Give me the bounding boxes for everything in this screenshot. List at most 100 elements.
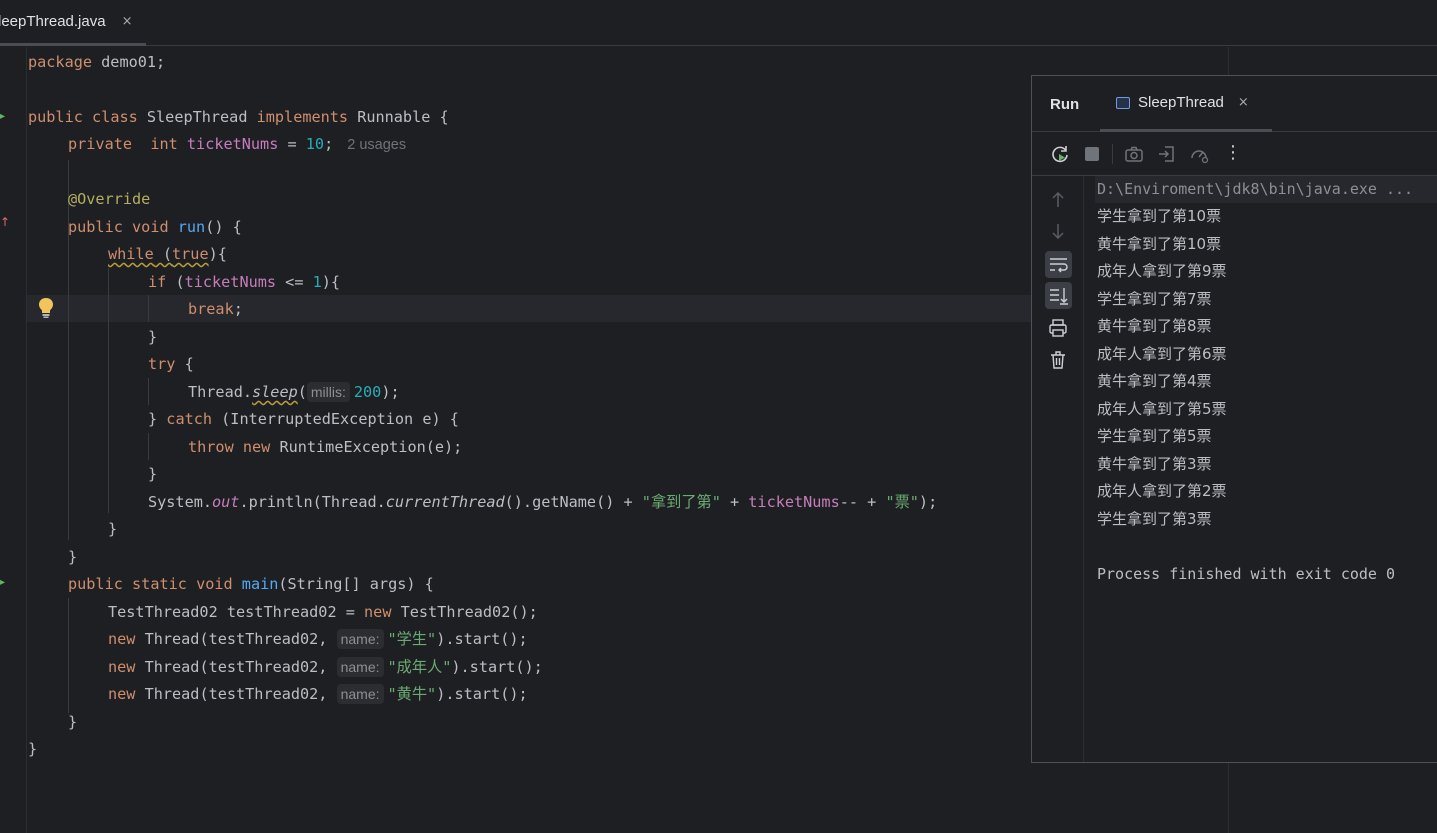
- attach-icon[interactable]: [1157, 144, 1177, 164]
- run-title: Run: [1050, 96, 1080, 113]
- code-token: static: [132, 575, 187, 593]
- code-line-4: private int ticketNums = 10; 2 usages: [68, 131, 406, 158]
- code-token: public: [28, 108, 83, 126]
- console-line: 黄牛拿到了第3票: [1097, 455, 1212, 473]
- code-line-1: package demo01;: [28, 49, 165, 76]
- rerun-icon[interactable]: [1050, 144, 1070, 164]
- arrow-up-icon[interactable]: [1046, 188, 1070, 212]
- code-token: ;: [324, 135, 334, 153]
- code-token: new: [108, 658, 136, 676]
- indent-guide: [148, 295, 149, 322]
- console-output[interactable]: D:\Enviroment\jdk8\bin\java.exe ... 学生拿到…: [1084, 176, 1437, 762]
- code-token: ticketNums: [748, 493, 840, 511]
- arrow-down-icon[interactable]: [1046, 219, 1070, 243]
- code-line-3: public class SleepThread implements Runn…: [28, 104, 449, 131]
- code-token: package: [28, 53, 93, 71]
- profiler-icon[interactable]: [1189, 144, 1209, 164]
- console-line: 学生拿到了第10票: [1097, 207, 1222, 225]
- code-line-16: }: [148, 465, 158, 483]
- soft-wrap-icon[interactable]: [1045, 251, 1072, 278]
- code-token: ){: [321, 273, 341, 291]
- console-exit-line: Process finished with exit code 0: [1097, 565, 1396, 583]
- editor-gutter: ▸ ↑ ▸: [0, 47, 27, 833]
- console-line: 学生拿到了第7票: [1097, 290, 1212, 308]
- code-token: +: [720, 493, 749, 511]
- code-token: Thread(testThread02,: [135, 658, 337, 676]
- run-tab-sleepthread[interactable]: SleepThread ×: [1100, 76, 1272, 132]
- toolbar-separator: [1112, 144, 1113, 164]
- code-token: ticketNums: [184, 273, 277, 291]
- code-token: ;: [233, 300, 243, 318]
- code-token: out: [212, 493, 240, 511]
- run-tool-window: Run SleepThread × ⋮ D:\Enviroment\jdk8\b…: [1031, 75, 1437, 763]
- ide-window: SleepThread.java × ▸ ↑ ▸ package demo01;…: [0, 0, 1437, 833]
- code-token: currentThread: [385, 493, 505, 511]
- code-token: "票": [885, 493, 919, 511]
- code-token: "学生": [387, 630, 437, 648]
- indent-guide: [148, 433, 149, 460]
- lightbulb-icon[interactable]: [38, 297, 54, 319]
- indent-guide: [148, 378, 149, 405]
- close-icon[interactable]: ×: [1238, 95, 1249, 110]
- code-line-20: public static void main(String[] args) {: [68, 571, 434, 598]
- camera-icon[interactable]: [1124, 144, 1144, 164]
- code-token: new: [242, 438, 271, 456]
- console-line: 黄牛拿到了第8票: [1097, 317, 1212, 335]
- trash-icon[interactable]: [1046, 348, 1070, 372]
- code-token: run: [177, 218, 206, 236]
- print-icon[interactable]: [1046, 316, 1070, 340]
- editor-tab-bar: SleepThread.java ×: [0, 0, 1437, 46]
- code-token: true: [172, 245, 209, 263]
- parameter-hint: name:: [336, 629, 384, 649]
- stop-icon[interactable]: [1082, 144, 1102, 164]
- editor-tab-sleepthread[interactable]: SleepThread.java ×: [0, 0, 146, 46]
- code-token: break: [188, 300, 234, 318]
- code-token: void: [196, 575, 233, 593]
- code-token: .println(Thread.: [239, 493, 386, 511]
- code-token: ).start();: [451, 658, 543, 676]
- code-token: (: [297, 383, 307, 401]
- code-line-15: throw new RuntimeException(e);: [188, 434, 462, 461]
- code-token: Thread.: [188, 383, 253, 401]
- code-token: }: [148, 410, 167, 428]
- run-toolbar: ⋮: [1032, 132, 1437, 176]
- code-token: );: [918, 493, 938, 511]
- current-line-highlight: [27, 295, 1032, 322]
- console-line: 成年人拿到了第2票: [1097, 482, 1227, 500]
- code-token: =: [278, 135, 306, 153]
- run-tab-label: SleepThread: [1138, 94, 1224, 111]
- code-token: <=: [276, 273, 313, 291]
- code-token: public: [68, 575, 123, 593]
- run-main-gutter-icon[interactable]: ▸: [0, 577, 5, 588]
- code-line-25: }: [68, 713, 78, 731]
- code-line-12: try {: [148, 351, 194, 378]
- code-token: "黄牛": [387, 685, 437, 703]
- code-token: while: [108, 245, 154, 263]
- parameter-hint: millis:: [306, 382, 350, 402]
- console-line: 黄牛拿到了第4票: [1097, 372, 1212, 390]
- code-token: class: [92, 108, 138, 126]
- override-gutter-icon[interactable]: ↑: [0, 215, 10, 229]
- code-line-13: Thread.sleep(millis: 200);: [188, 379, 400, 406]
- more-icon[interactable]: ⋮: [1224, 142, 1242, 163]
- usages-hint[interactable]: 2 usages: [347, 137, 406, 153]
- code-token: (: [166, 273, 185, 291]
- code-line-11: }: [148, 328, 158, 346]
- code-token: "成年人": [387, 658, 452, 676]
- code-token: "拿到了第": [641, 493, 721, 511]
- code-token: {: [175, 355, 194, 373]
- code-token: Runnable {: [348, 108, 449, 126]
- console-line: 学生拿到了第3票: [1097, 510, 1212, 528]
- code-token: catch: [166, 410, 213, 428]
- scroll-to-end-icon[interactable]: [1045, 282, 1072, 309]
- run-gutter-icon[interactable]: ▸: [0, 111, 5, 122]
- code-line-8: while (true){: [108, 241, 227, 268]
- editor-tab-label: SleepThread.java: [0, 13, 106, 30]
- code-line-9: if (ticketNums <= 1){: [148, 269, 340, 296]
- code-token: Thread(testThread02,: [135, 685, 337, 703]
- close-icon[interactable]: ×: [122, 14, 133, 29]
- run-header: Run SleepThread ×: [1032, 76, 1437, 132]
